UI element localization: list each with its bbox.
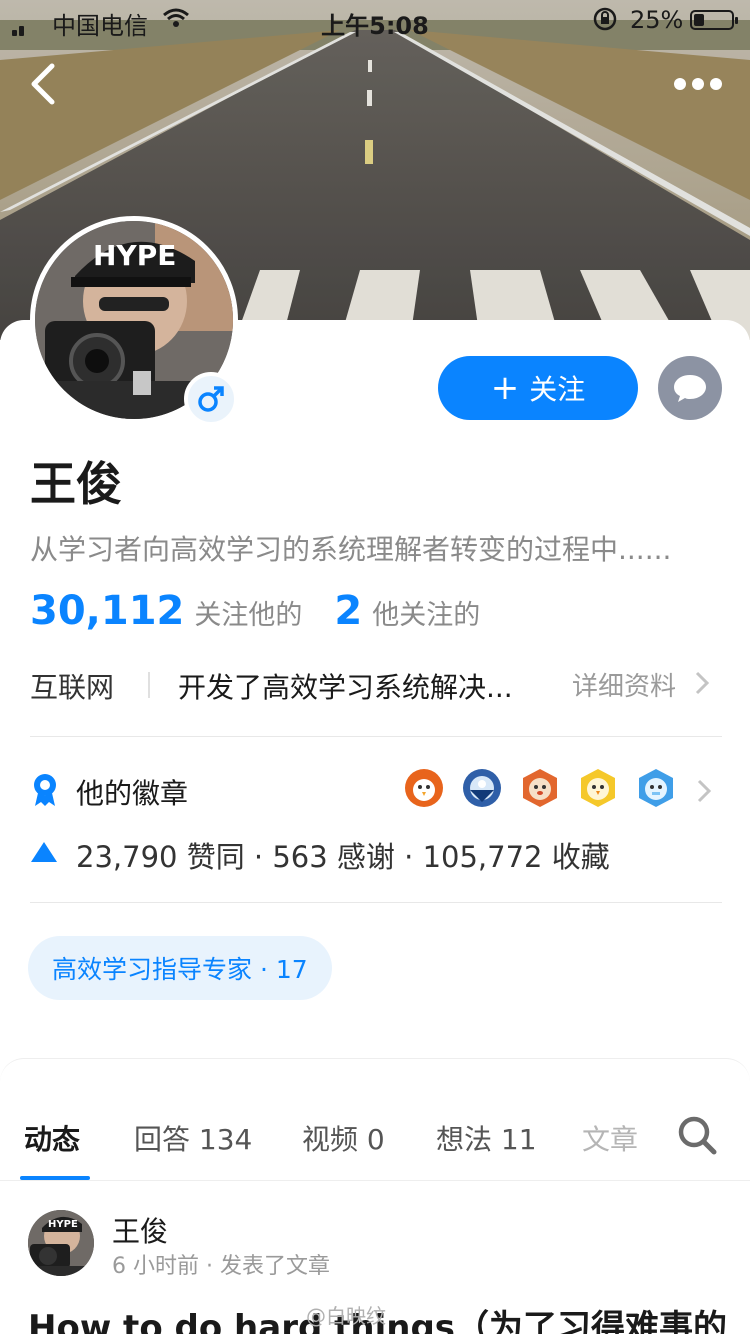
detail-link[interactable]: 详细资料 xyxy=(572,666,676,703)
profile-intro: 开发了高效学习系统解决... xyxy=(178,671,513,704)
follow-stats: 30,112 关注他的 2 他关注的 xyxy=(30,588,480,638)
achievement-stats-text: 23,790 赞同 · 563 感谢 · 105,772 收藏 xyxy=(76,840,610,874)
upvote-icon xyxy=(30,840,58,868)
rotation-lock-icon xyxy=(592,6,618,38)
tab-ideas[interactable]: 想法 11 xyxy=(436,1118,537,1158)
followers-count[interactable]: 30,112 xyxy=(30,588,184,634)
feed-author-name[interactable]: 王俊 xyxy=(112,1210,168,1250)
follow-label: 关注 xyxy=(529,373,586,406)
feed-author-avatar[interactable]: HYPE xyxy=(28,1210,94,1276)
back-button[interactable] xyxy=(22,58,68,110)
more-button[interactable] xyxy=(668,66,728,102)
search-button[interactable] xyxy=(676,1114,718,1156)
fox-badge-icon xyxy=(520,768,560,808)
following-label[interactable]: 他关注的 xyxy=(372,593,480,632)
follow-button[interactable]: + 关注 xyxy=(438,356,638,420)
tab-articles[interactable]: 文章 xyxy=(582,1118,638,1158)
chevron-left-icon xyxy=(31,63,55,105)
globe-badge-icon xyxy=(462,768,502,808)
tab-dynamics[interactable]: 动态 xyxy=(24,1118,80,1158)
chevron-right-icon xyxy=(696,778,712,808)
tab-answers[interactable]: 回答 134 xyxy=(134,1118,252,1158)
profile-bio[interactable]: 从学习者向高效学习的系统理解者转变的过程中...... xyxy=(30,528,730,568)
search-icon xyxy=(678,1116,717,1155)
message-button[interactable] xyxy=(658,356,722,420)
badges-row[interactable]: 他的徽章 xyxy=(30,768,720,814)
chevron-right-icon xyxy=(694,670,710,703)
industry-label: 互联网 xyxy=(30,671,115,704)
male-gender-icon xyxy=(184,372,238,426)
more-dots-icon xyxy=(674,78,722,90)
feed-meta: 6 小时前 · 发表了文章 xyxy=(112,1254,330,1279)
divider xyxy=(30,736,722,737)
followers-label[interactable]: 关注他的 xyxy=(194,593,302,632)
chick-badge-icon xyxy=(578,768,618,808)
battery-icon xyxy=(690,10,738,30)
following-count[interactable]: 2 xyxy=(334,588,362,634)
battery-percent: 25% xyxy=(630,6,684,34)
badge-medal-icon xyxy=(30,772,60,812)
divider xyxy=(30,902,722,903)
chat-bubble-icon xyxy=(674,375,706,402)
profile-name: 王俊 xyxy=(30,457,122,511)
badge-icons xyxy=(404,768,676,808)
avatar-photo: HYPE xyxy=(28,1210,94,1276)
svg-text:HYPE: HYPE xyxy=(93,239,176,272)
bird-badge-icon xyxy=(404,768,444,808)
status-bar: 中国电信 上午5:08 25% xyxy=(0,0,750,40)
profile-info-row[interactable]: 互联网 开发了高效学习系统解决... 详细资料 xyxy=(30,664,720,704)
watermark: @白映纹 xyxy=(306,1304,386,1328)
expert-tag[interactable]: 高效学习指导专家 · 17 xyxy=(28,936,332,1000)
badges-label: 他的徽章 xyxy=(76,777,189,810)
ice-badge-icon xyxy=(636,768,676,808)
divider xyxy=(0,1180,750,1181)
svg-text:HYPE: HYPE xyxy=(48,1219,78,1230)
divider xyxy=(148,672,150,698)
tab-videos[interactable]: 视频 0 xyxy=(302,1118,385,1158)
plus-icon: + xyxy=(490,368,520,408)
